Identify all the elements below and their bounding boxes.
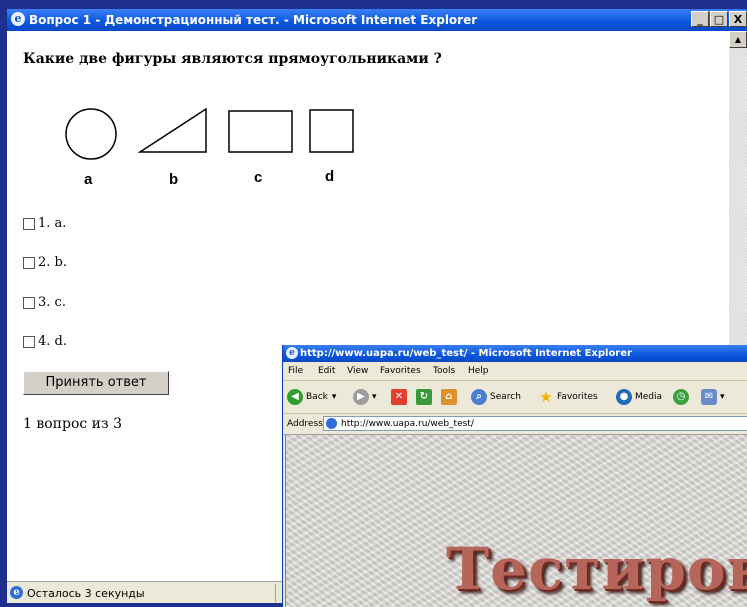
media-button[interactable]: ● Media — [616, 389, 662, 405]
rectangle-shape — [228, 110, 293, 153]
star-icon: ★ — [539, 388, 553, 406]
option-label: 4. d. — [38, 334, 67, 349]
title-bar[interactable]: e Вопрос 1 - Демонстрационный тест. - Mi… — [7, 9, 747, 31]
history-icon: ◷ — [673, 389, 689, 405]
checkbox[interactable] — [23, 256, 35, 269]
refresh-button[interactable]: ↻ — [416, 389, 435, 405]
checkbox[interactable] — [23, 335, 35, 348]
option-label: 2. b. — [38, 255, 67, 270]
option-4[interactable]: 4. d. — [23, 334, 67, 349]
close-button[interactable]: X — [729, 11, 747, 27]
mail-button[interactable]: ✉ ▾ — [701, 389, 725, 405]
menu-tools[interactable]: Tools — [433, 366, 455, 376]
minimize-button[interactable]: _ — [691, 11, 709, 27]
home-icon: ⌂ — [441, 389, 457, 405]
question-text: Какие две фигуры являются прямоугольника… — [23, 51, 442, 67]
shape-label-c: c — [254, 169, 262, 186]
checkbox[interactable] — [23, 217, 35, 230]
address-label: Address — [287, 419, 323, 429]
chevron-down-icon: ▾ — [720, 392, 725, 402]
window-title: Вопрос 1 - Демонстрационный тест. - Micr… — [29, 13, 478, 27]
forward-arrow-icon: ▶ — [353, 389, 369, 405]
toolbar: ◀ Back ▾ ▶ ▾ ✕ ↻ ⌂ ⌕ Search ★ Favorites ● Medi… — [283, 381, 747, 414]
shape-label-d: d — [325, 168, 334, 185]
status-divider — [275, 584, 276, 602]
chevron-down-icon: ▾ — [331, 392, 337, 402]
history-button[interactable]: ◷ — [673, 389, 692, 405]
menu-view[interactable]: View — [347, 366, 368, 376]
shape-label-b: b — [169, 171, 178, 188]
chevron-down-icon: ▾ — [372, 392, 377, 402]
option-1[interactable]: 1. a. — [23, 216, 66, 231]
shapes-figure: a b c d — [65, 107, 354, 188]
stop-button[interactable]: ✕ — [391, 389, 410, 405]
menu-favorites[interactable]: Favorites — [380, 366, 421, 376]
window-controls: _ □ X — [690, 11, 747, 27]
question-counter: 1 вопрос из 3 — [23, 416, 123, 432]
ie-icon: e — [286, 347, 298, 359]
menu-edit[interactable]: Edit — [318, 366, 335, 376]
option-label: 3. c. — [38, 295, 66, 310]
favorites-button[interactable]: ★ Favorites — [538, 388, 597, 406]
mail-icon: ✉ — [701, 389, 717, 405]
page-heading-logo: Тестирова — [446, 535, 747, 603]
search-button[interactable]: ⌕ Search — [471, 389, 521, 405]
browser-window: e http://www.uapa.ru/web_test/ - Microso… — [282, 345, 747, 607]
shape-label-a: a — [84, 171, 93, 188]
address-input[interactable]: http://www.uapa.ru/web_test/ — [323, 416, 747, 431]
menu-help[interactable]: Help — [468, 366, 489, 376]
address-bar: Address http://www.uapa.ru/web_test/ — [283, 414, 747, 435]
refresh-icon: ↻ — [416, 389, 432, 405]
scroll-up-arrow-icon[interactable]: ▲ — [729, 31, 747, 48]
forward-button[interactable]: ▶ ▾ — [353, 389, 377, 405]
browser-page: Тестирова — [285, 435, 747, 607]
back-button[interactable]: ◀ Back ▾ — [287, 389, 336, 405]
maximize-button[interactable]: □ — [710, 11, 728, 27]
square-shape — [309, 109, 354, 153]
ie-page-icon: e — [10, 586, 23, 599]
browser-title-bar[interactable]: e http://www.uapa.ru/web_test/ - Microso… — [283, 345, 747, 362]
option-label: 1. a. — [38, 216, 67, 231]
menu-file[interactable]: File — [288, 366, 303, 376]
back-arrow-icon: ◀ — [287, 389, 303, 405]
url-text: http://www.uapa.ru/web_test/ — [341, 419, 474, 429]
checkbox[interactable] — [23, 296, 35, 309]
status-text: Осталось 3 секунды — [27, 587, 145, 600]
ie-page-icon — [326, 418, 337, 429]
ie-icon: e — [11, 12, 25, 26]
submit-answer-button[interactable]: Принять ответ — [23, 371, 169, 395]
stop-icon: ✕ — [391, 389, 407, 405]
option-3[interactable]: 3. c. — [23, 295, 66, 310]
circle-shape — [65, 108, 117, 160]
home-button[interactable]: ⌂ — [441, 389, 460, 405]
browser-title: http://www.uapa.ru/web_test/ - Microsoft… — [300, 348, 632, 359]
triangle-shape — [137, 107, 207, 153]
search-icon: ⌕ — [471, 389, 487, 405]
menu-bar: File Edit View Favorites Tools Help — [283, 362, 747, 381]
option-2[interactable]: 2. b. — [23, 255, 67, 270]
media-icon: ● — [616, 389, 632, 405]
